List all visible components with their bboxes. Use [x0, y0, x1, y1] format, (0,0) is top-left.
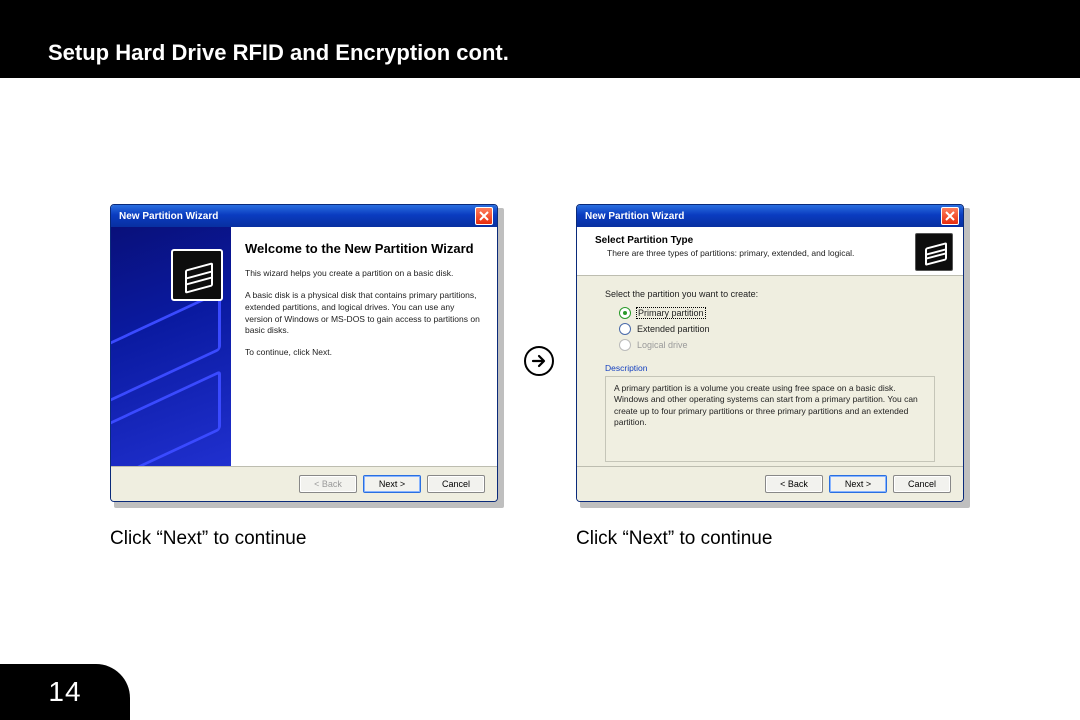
back-button[interactable]: < Back [765, 475, 823, 493]
radio-icon [619, 307, 631, 319]
page-header-bar: Setup Hard Drive RFID and Encryption con… [0, 0, 1080, 78]
wizard-welcome-window: New Partition Wizard Welcome to the New … [110, 204, 498, 502]
back-button: < Back [299, 475, 357, 493]
arrow-right-icon [524, 346, 554, 376]
cancel-button[interactable]: Cancel [893, 475, 951, 493]
close-icon[interactable] [475, 207, 493, 225]
wizard-step-title: Select Partition Type [577, 227, 963, 246]
radio-primary-partition[interactable]: Primary partition [605, 305, 935, 321]
description-label: Description [605, 363, 935, 373]
radio-icon [619, 323, 631, 335]
close-icon[interactable] [941, 207, 959, 225]
wizard-paragraph: This wizard helps you create a partition… [245, 268, 483, 280]
wizard-step-subtitle: There are three types of partitions: pri… [577, 246, 963, 258]
wizard-footer: < Back Next > Cancel [577, 466, 963, 501]
disk-icon [171, 249, 223, 301]
radio-label: Extended partition [637, 324, 710, 334]
next-button[interactable]: Next > [829, 475, 887, 493]
window-title: New Partition Wizard [119, 211, 218, 222]
titlebar[interactable]: New Partition Wizard [111, 205, 497, 227]
wizard-step-header: Select Partition Type There are three ty… [577, 227, 963, 276]
wizard-partition-type-window: New Partition Wizard Select Partition Ty… [576, 204, 964, 502]
description-area: Description A primary partition is a vol… [605, 363, 935, 462]
radio-extended-partition[interactable]: Extended partition [605, 321, 935, 337]
prompt-text: Select the partition you want to create: [605, 289, 935, 299]
wizard-footer: < Back Next > Cancel [111, 466, 497, 501]
radio-icon [619, 339, 631, 351]
page-number-badge: 14 [0, 664, 130, 720]
wizard-paragraph: To continue, click Next. [245, 347, 483, 359]
next-button[interactable]: Next > [363, 475, 421, 493]
titlebar[interactable]: New Partition Wizard [577, 205, 963, 227]
window-title: New Partition Wizard [585, 211, 684, 222]
wizard-body: Select Partition Type There are three ty… [577, 227, 963, 467]
page-content: New Partition Wizard Welcome to the New … [0, 78, 1080, 720]
cancel-button[interactable]: Cancel [427, 475, 485, 493]
page-title: Setup Hard Drive RFID and Encryption con… [0, 0, 1080, 66]
radio-label: Primary partition [637, 308, 705, 318]
wizard-body: Welcome to the New Partition Wizard This… [111, 227, 497, 467]
wizard-side-art [111, 227, 231, 467]
radio-label: Logical drive [637, 340, 688, 350]
description-text: A primary partition is a volume you crea… [605, 376, 935, 462]
wizard-heading: Welcome to the New Partition Wizard [245, 241, 483, 258]
wizard-step-content: Select the partition you want to create:… [577, 275, 963, 467]
wizard-main-panel: Welcome to the New Partition Wizard This… [231, 227, 497, 467]
wizard-paragraph: A basic disk is a physical disk that con… [245, 290, 483, 338]
radio-logical-drive: Logical drive [605, 337, 935, 353]
caption-left: Click “Next” to continue [110, 528, 306, 550]
disk-icon [915, 233, 953, 271]
page-number: 14 [48, 676, 81, 708]
caption-right: Click “Next” to continue [576, 528, 772, 550]
